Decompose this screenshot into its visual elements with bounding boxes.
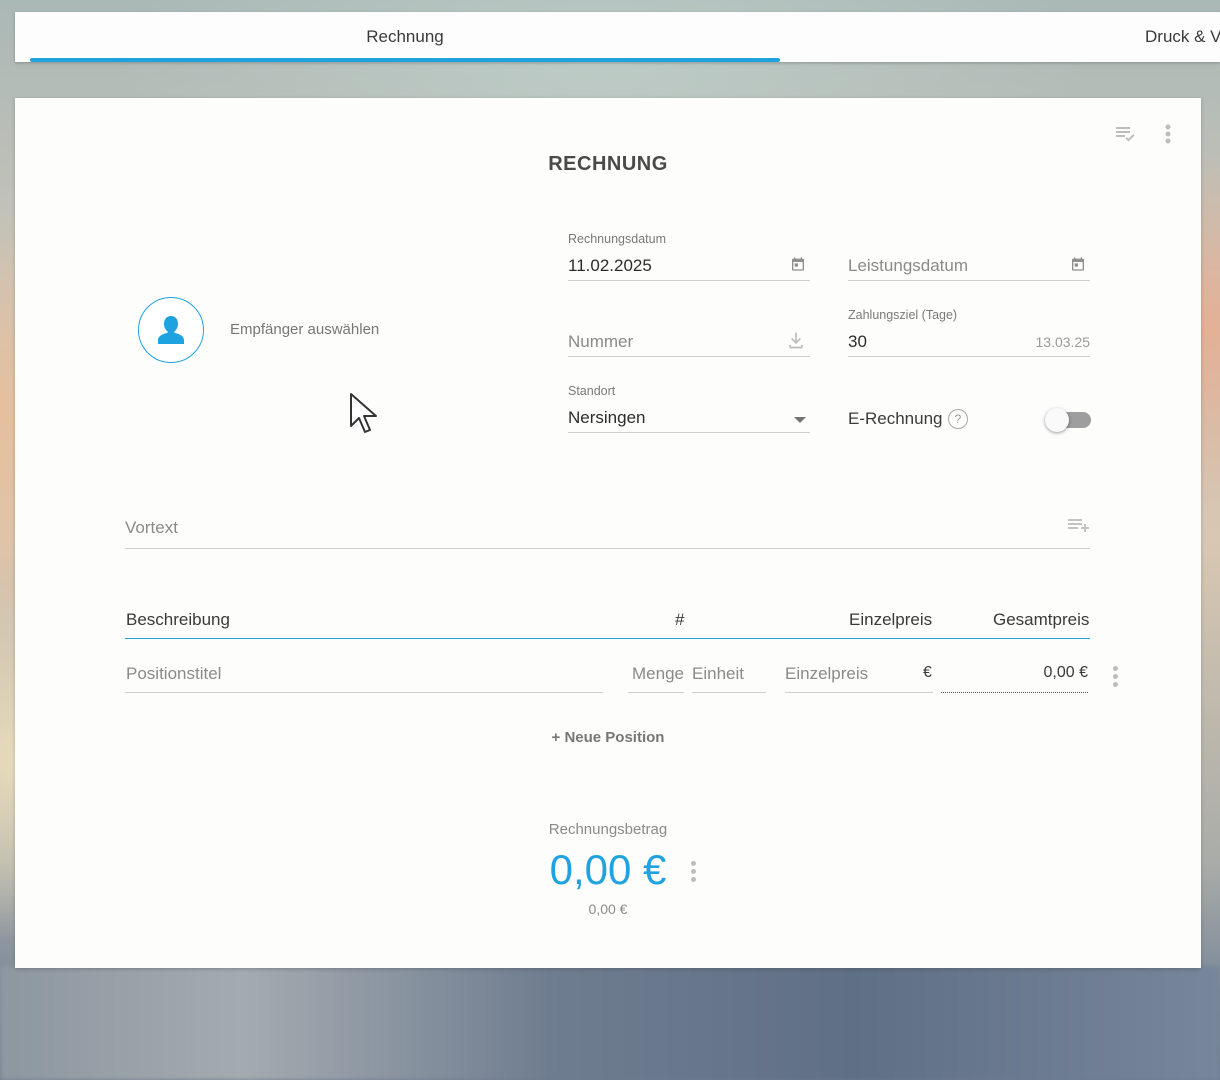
playlist-add-icon[interactable] xyxy=(1066,514,1090,538)
background-bottom xyxy=(0,966,1220,1080)
vortext-field[interactable]: Vortext xyxy=(125,506,1090,549)
row-total-value: 0,00 € xyxy=(1043,664,1088,681)
row-total: 0,00 € xyxy=(941,654,1088,693)
recipient-select-label[interactable]: Empfänger auswählen xyxy=(230,321,379,338)
positionstitel-input[interactable]: Positionstitel xyxy=(125,654,603,693)
nummer-placeholder[interactable]: Nummer xyxy=(568,332,633,352)
recipient-avatar[interactable] xyxy=(138,297,204,363)
column-header-einzelpreis: Einzelpreis xyxy=(849,610,933,629)
zahlungsziel-value[interactable]: 30 xyxy=(848,332,867,352)
help-icon[interactable]: ? xyxy=(948,409,968,429)
column-header-number: # xyxy=(675,610,685,629)
person-icon xyxy=(158,316,184,344)
active-tab-indicator xyxy=(30,58,780,62)
add-position-button[interactable]: + Neue Position xyxy=(15,729,1201,746)
leistungsdatum-field[interactable]: Leistungsdatum xyxy=(848,236,1090,281)
invoice-card: RECHNUNG Empfänger auswählen Rechnungsda… xyxy=(15,98,1201,968)
download-icon[interactable] xyxy=(786,330,806,355)
summary-more-icon[interactable] xyxy=(691,861,697,885)
rechnungsbetrag-label: Rechnungsbetrag xyxy=(548,821,668,838)
standort-label: Standort xyxy=(568,384,616,398)
einzelpreis-input[interactable]: Einzelpreis xyxy=(785,654,933,693)
leistungsdatum-placeholder[interactable]: Leistungsdatum xyxy=(848,256,968,276)
standort-select[interactable]: Standort Nersingen xyxy=(568,384,810,433)
rechnungsbetrag-value: 0,00 € xyxy=(549,846,667,893)
due-date-hint: 13.03.25 xyxy=(1035,334,1091,350)
playlist-check-icon[interactable] xyxy=(1114,122,1138,146)
column-header-gesamtpreis: Gesamtpreis xyxy=(993,610,1090,629)
positions-table-header: Beschreibung # Einzelpreis Gesamtpreis xyxy=(125,600,1090,639)
zahlungsziel-label: Zahlungsziel (Tage) xyxy=(848,308,958,322)
menge-placeholder[interactable]: Menge xyxy=(632,664,684,684)
tab-druck-versand[interactable]: Druck & Ve xyxy=(1145,12,1220,62)
nummer-field[interactable]: Nummer xyxy=(568,312,810,357)
positionstitel-placeholder[interactable]: Positionstitel xyxy=(126,664,221,684)
column-header-beschreibung: Beschreibung xyxy=(126,610,230,629)
dropdown-arrow-icon[interactable] xyxy=(794,412,806,430)
tab-rechnung[interactable]: Rechnung xyxy=(30,12,780,62)
standort-value[interactable]: Nersingen xyxy=(568,408,646,428)
rechnungsdatum-value[interactable]: 11.02.2025 xyxy=(568,256,652,276)
mouse-cursor-icon xyxy=(350,393,377,433)
calendar-icon[interactable] xyxy=(1070,256,1086,277)
rechnungsbetrag-sub-value: 0,00 € xyxy=(588,901,628,917)
vortext-placeholder[interactable]: Vortext xyxy=(125,518,178,538)
currency-symbol: € xyxy=(923,664,932,681)
e-rechnung-toggle-knob[interactable] xyxy=(1045,408,1069,432)
zahlungsziel-field[interactable]: Zahlungsziel (Tage) 30 13.03.25 xyxy=(848,308,1091,357)
document-title: RECHNUNG xyxy=(548,153,668,175)
calendar-icon[interactable] xyxy=(790,256,806,277)
rechnungsdatum-label: Rechnungsdatum xyxy=(568,232,666,246)
einheit-placeholder[interactable]: Einheit xyxy=(692,664,744,684)
more-vert-icon[interactable] xyxy=(1160,122,1184,146)
einheit-input[interactable]: Einheit xyxy=(692,654,766,693)
rechnungsdatum-field[interactable]: Rechnungsdatum 11.02.2025 xyxy=(568,232,810,281)
menge-input[interactable]: Menge xyxy=(628,654,684,693)
einzelpreis-placeholder[interactable]: Einzelpreis xyxy=(785,664,868,684)
row-more-icon[interactable] xyxy=(1113,666,1119,690)
e-rechnung-label: E-Rechnung xyxy=(848,409,943,428)
tab-bar: Rechnung Druck & Ve xyxy=(15,12,1220,62)
